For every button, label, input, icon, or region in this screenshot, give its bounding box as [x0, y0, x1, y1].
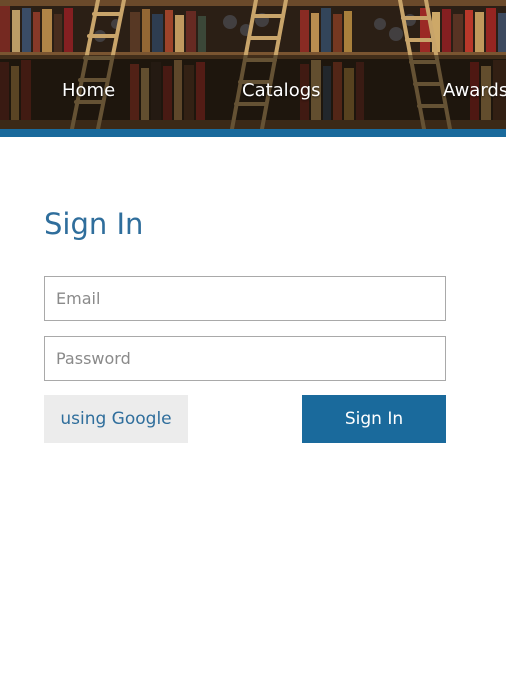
header-divider [0, 129, 506, 137]
nav-item-home[interactable]: Home [62, 80, 115, 101]
password-field[interactable] [44, 336, 446, 381]
email-field[interactable] [44, 276, 446, 321]
nav-item-catalogs[interactable]: Catalogs [242, 80, 321, 101]
google-signin-button[interactable]: using Google [44, 395, 188, 443]
nav-item-awards[interactable]: Awards [443, 80, 506, 101]
header-banner: Home Catalogs Awards [0, 0, 506, 129]
page-title: Sign In [44, 207, 144, 241]
signin-button[interactable]: Sign In [302, 395, 446, 443]
